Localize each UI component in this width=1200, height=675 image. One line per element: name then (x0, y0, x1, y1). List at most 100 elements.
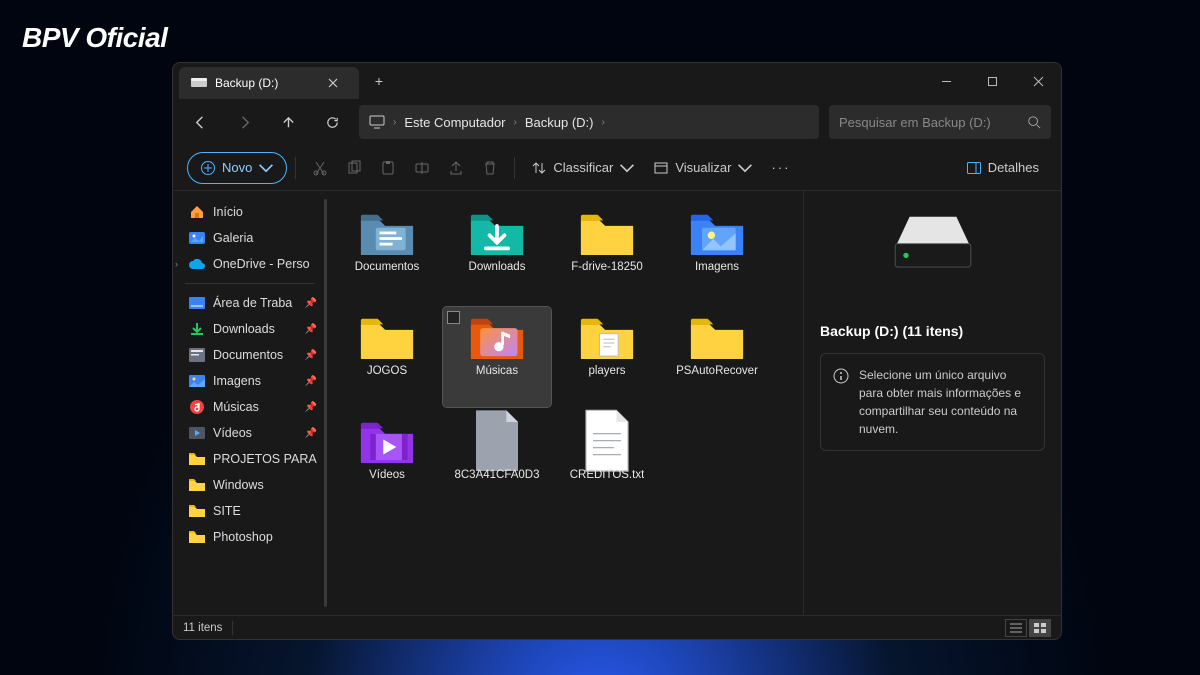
watermark: BPV Oficial (22, 22, 167, 54)
toolbar: Novo Classificar Visualizar ··· Detalhes (173, 145, 1061, 191)
sidebar-item[interactable]: Documentos📌 (173, 342, 327, 368)
item-icon (359, 313, 415, 361)
sidebar-item[interactable]: Windows (173, 472, 327, 498)
sort-icon (531, 160, 547, 176)
sidebar-onedrive[interactable]: ›OneDrive - Perso (173, 251, 327, 277)
paste-button[interactable] (372, 152, 404, 184)
item-label: PSAutoRecover (676, 365, 758, 377)
sidebar-item-label: Downloads (213, 322, 275, 336)
search-placeholder: Pesquisar em Backup (D:) (839, 115, 1019, 130)
monitor-icon (369, 114, 385, 130)
chevron-down-icon (258, 160, 274, 176)
sidebar-item-icon (189, 373, 205, 389)
new-button[interactable]: Novo (187, 152, 287, 184)
sidebar: Início Galeria ›OneDrive - Perso Área de… (173, 191, 327, 615)
back-button[interactable] (183, 105, 217, 139)
item-label: Músicas (476, 365, 518, 377)
item-icon (469, 209, 525, 257)
grid-item[interactable]: PSAutoRecover (663, 307, 771, 407)
status-count: 11 itens (183, 622, 222, 634)
close-button[interactable] (1015, 63, 1061, 99)
view-label: Visualizar (675, 160, 731, 175)
sidebar-item[interactable]: PROJETOS PARA (173, 446, 327, 472)
sidebar-item-label: Windows (213, 478, 264, 492)
sidebar-item[interactable]: Photoshop (173, 524, 327, 550)
explorer-window: Backup (D:) + › Este Computador › Backup… (172, 62, 1062, 640)
sidebar-item-label: SITE (213, 504, 241, 518)
details-title: Backup (D:) (11 itens) (820, 323, 963, 339)
details-label: Detalhes (988, 160, 1039, 175)
item-icon (579, 417, 635, 465)
refresh-button[interactable] (315, 105, 349, 139)
details-pane: Backup (D:) (11 itens) Selecione um únic… (803, 191, 1061, 615)
chevron-right-icon: › (175, 259, 178, 269)
item-label: 8C3A41CFA0D3 (454, 469, 539, 481)
item-icon (689, 313, 745, 361)
maximize-button[interactable] (969, 63, 1015, 99)
grid-item[interactable]: Imagens (663, 203, 771, 303)
share-button[interactable] (440, 152, 472, 184)
grid-item[interactable]: Músicas (443, 307, 551, 407)
new-label: Novo (222, 160, 252, 175)
sidebar-home[interactable]: Início (173, 199, 327, 225)
grid-item[interactable]: 8C3A41CFA0D3 (443, 411, 551, 511)
rename-button[interactable] (406, 152, 438, 184)
view-button[interactable]: Visualizar (645, 152, 761, 184)
sidebar-item[interactable]: Imagens📌 (173, 368, 327, 394)
search-icon (1027, 115, 1041, 129)
breadcrumb[interactable]: › Este Computador › Backup (D:) › (359, 105, 819, 139)
grid-item[interactable]: Documentos (333, 203, 441, 303)
copy-button[interactable] (338, 152, 370, 184)
sidebar-item[interactable]: Downloads📌 (173, 316, 327, 342)
breadcrumb-current[interactable]: Backup (D:) (525, 115, 594, 130)
details-info-box: Selecione um único arquivo para obter ma… (820, 353, 1045, 451)
details-view-button[interactable] (1005, 619, 1027, 637)
grid-item[interactable]: F-drive-18250 (553, 203, 661, 303)
grid-item[interactable]: CREDITOS.txt (553, 411, 661, 511)
search-input[interactable]: Pesquisar em Backup (D:) (829, 105, 1051, 139)
sidebar-item[interactable]: Músicas📌 (173, 394, 327, 420)
drive-icon (191, 75, 207, 91)
grid-item[interactable]: Vídeos (333, 411, 441, 511)
item-label: players (588, 365, 625, 377)
forward-button[interactable] (227, 105, 261, 139)
chevron-right-icon: › (602, 117, 605, 128)
sidebar-item-icon (189, 529, 205, 545)
item-label: JOGOS (367, 365, 407, 377)
sort-button[interactable]: Classificar (523, 152, 643, 184)
address-bar: › Este Computador › Backup (D:) › Pesqui… (173, 99, 1061, 145)
breadcrumb-root[interactable]: Este Computador (404, 115, 505, 130)
details-info-text: Selecione um único arquivo para obter ma… (859, 366, 1032, 438)
item-label: Vídeos (369, 469, 405, 481)
sidebar-gallery[interactable]: Galeria (173, 225, 327, 251)
tab-close-button[interactable] (319, 78, 347, 88)
icons-view-button[interactable] (1029, 619, 1051, 637)
sidebar-item[interactable]: Área de Traba📌 (173, 290, 327, 316)
drive-large-icon (888, 209, 978, 273)
sidebar-item[interactable]: SITE (173, 498, 327, 524)
chevron-down-icon (737, 160, 753, 176)
up-button[interactable] (271, 105, 305, 139)
more-button[interactable]: ··· (763, 152, 798, 184)
sidebar-item-icon (189, 477, 205, 493)
cut-button[interactable] (304, 152, 336, 184)
sidebar-item-label: Músicas (213, 400, 259, 414)
gallery-icon (189, 230, 205, 246)
delete-button[interactable] (474, 152, 506, 184)
status-bar: 11 itens (173, 615, 1061, 639)
pin-icon: 📌 (305, 298, 317, 309)
sidebar-item-icon (189, 451, 205, 467)
tab-backup[interactable]: Backup (D:) (179, 67, 359, 99)
sidebar-item[interactable]: Vídeos📌 (173, 420, 327, 446)
minimize-button[interactable] (923, 63, 969, 99)
new-tab-button[interactable]: + (365, 63, 393, 99)
grid-item[interactable]: JOGOS (333, 307, 441, 407)
chevron-right-icon: › (393, 117, 396, 128)
details-button[interactable]: Detalhes (958, 152, 1047, 184)
grid-item[interactable]: Downloads (443, 203, 551, 303)
titlebar: Backup (D:) + (173, 63, 1061, 99)
sidebar-item-icon (189, 503, 205, 519)
item-icon (469, 417, 525, 465)
home-icon (189, 204, 205, 220)
grid-item[interactable]: players (553, 307, 661, 407)
